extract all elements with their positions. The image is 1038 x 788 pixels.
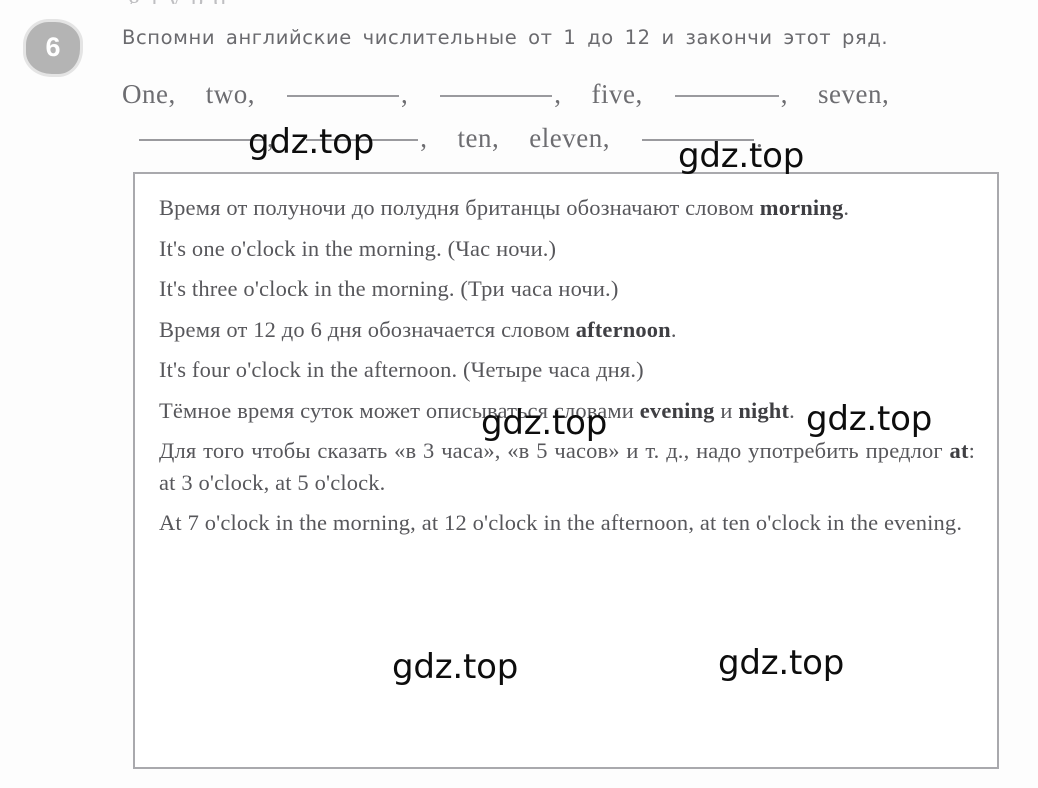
word-five: five, [591,79,643,109]
comma-after-blank-nine: , [420,123,428,153]
term-at: at [949,438,969,463]
note-paragraph-8: At 7 o'clock in the morning, at 12 o'clo… [159,510,963,535]
period-end: . [755,123,764,153]
comma-after-blank-eight: , [267,123,275,153]
word-eleven: eleven, [529,123,610,153]
term-evening: evening [639,397,715,423]
note-p4-text-b: . [670,316,677,342]
sequence-line-1: One, two,,, five,, seven, [122,72,1032,116]
note-p1-text-a: Время от полуночи до полудня британцы об… [159,195,760,220]
sequence-line-2: ,, ten, eleven,. [122,116,1032,160]
note-paragraph-1: Время от полуночи до полудня британцы об… [159,192,975,224]
word-seven: seven, [817,79,890,109]
comma-after-blank-six: , [780,79,788,109]
note-p7-text-a: Для того чтобы сказать «в 3 часа», «в 5 … [159,438,950,463]
previous-line-clip: g j y p q [128,0,548,4]
blank-three[interactable] [286,94,399,97]
comma-after-blank-four: , [554,79,562,109]
term-night: night [738,397,790,423]
exercise-instruction: Вспомни английские числительные от 1 до … [122,26,889,49]
exercise-number-badge: 6 [22,19,85,78]
note-paragraph-2: It's one o'clock in the morning. (Час но… [159,235,557,261]
word-two: two, [205,79,255,109]
blank-nine[interactable] [306,138,419,141]
exercise-number: 6 [45,31,61,62]
number-sequence: One, two,,, five,, seven, ,, ten, eleven,. [122,72,1032,160]
note-paragraph-7: Для того чтобы сказать «в 3 часа», «в 5 … [159,435,975,498]
note-p6-conjunction: и [714,397,739,423]
blank-six[interactable] [674,94,779,97]
blank-twelve[interactable] [641,138,754,141]
blank-eight[interactable] [139,138,265,141]
grammar-note-box: Время от полуночи до полудня британцы об… [133,172,999,769]
grammar-note-content: Время от полуночи до полудня британцы об… [135,174,997,549]
note-p6-text-a: Тёмное время суток может описываться сло… [159,397,640,423]
note-p1-text-b: . [843,195,850,220]
term-afternoon: afternoon [575,316,671,342]
comma-after-blank-three: , [400,79,409,109]
note-p4-text-a: Время от 12 до 6 дня обозначается словом [159,316,576,342]
term-morning: morning [759,195,844,220]
word-one: One, [122,79,176,109]
note-paragraph-4: Время от 12 до 6 дня обозначается словом… [159,314,975,346]
note-p6-text-b: . [789,397,795,423]
note-paragraph-3: It's three o'clock in the morning. (Три … [159,276,619,301]
word-ten: ten, [457,123,500,153]
note-paragraph-5: It's four o'clock in the afternoon. (Чет… [159,357,644,382]
blank-four[interactable] [440,94,553,97]
note-paragraph-6: Тёмное время суток может описываться сло… [159,395,975,427]
